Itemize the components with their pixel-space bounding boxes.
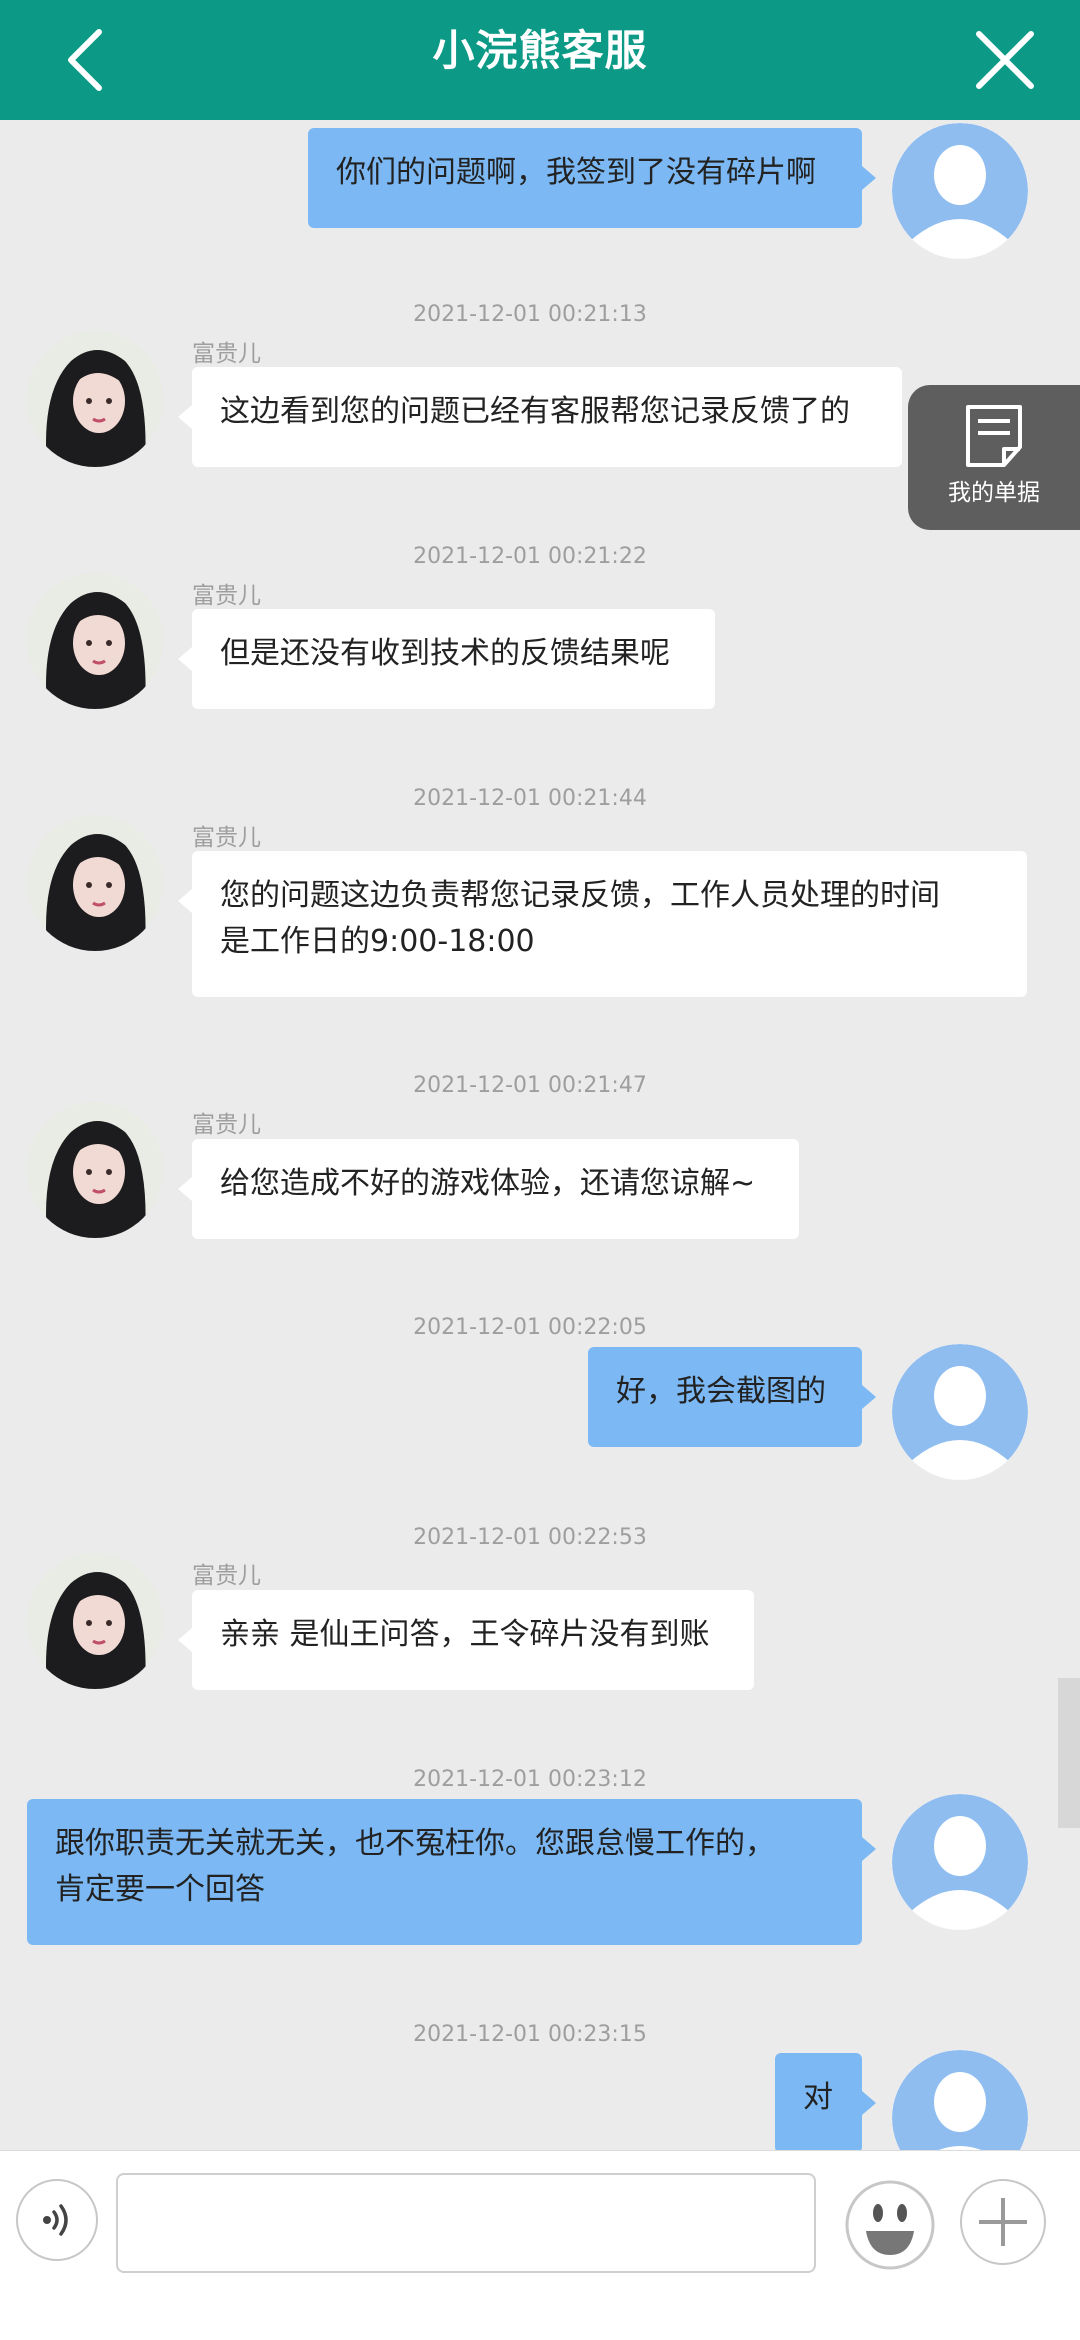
agent-message-bubble: 亲亲 是仙王问答，王令碎片没有到账 bbox=[178, 1590, 754, 1690]
more-button[interactable] bbox=[960, 2179, 1046, 2265]
agent-avatar[interactable] bbox=[27, 573, 163, 709]
message-timestamp: 2021-12-01 00:23:15 bbox=[413, 2022, 647, 2047]
plus-icon bbox=[979, 2198, 1027, 2246]
message-timestamp: 2021-12-01 00:21:13 bbox=[413, 302, 647, 327]
user-message-bubble: 对 bbox=[775, 2053, 876, 2153]
scrollbar-thumb[interactable] bbox=[1058, 1678, 1080, 1828]
my-orders-label: 我的单据 bbox=[948, 480, 1040, 506]
agent-photo-icon bbox=[27, 1102, 163, 1238]
close-button[interactable] bbox=[960, 20, 1050, 100]
default-user-avatar-icon bbox=[892, 123, 1028, 259]
chat-app: 小浣熊客服 你们的问题啊，我签到了没有碎片啊 2021-12-01 00:21:… bbox=[0, 0, 1080, 2340]
user-message-bubble: 跟你职责无关就无关，也不冤枉你。您跟怠慢工作的， 肯定要一个回答 bbox=[27, 1799, 876, 1945]
emoji-button[interactable] bbox=[844, 2179, 936, 2271]
message-text-line: 跟你职责无关就无关，也不冤枉你。您跟怠慢工作的， bbox=[55, 1826, 775, 1861]
agent-photo-icon bbox=[27, 1553, 163, 1689]
my-orders-button[interactable]: 我的单据 bbox=[908, 385, 1080, 530]
message-text-line: 是工作日的9:00-18:00 bbox=[220, 924, 535, 959]
user-avatar[interactable] bbox=[892, 1794, 1028, 1930]
agent-message-bubble: 但是还没有收到技术的反馈结果呢 bbox=[178, 609, 715, 709]
message-text-line: 肯定要一个回答 bbox=[55, 1872, 265, 1907]
agent-message-bubble: 这边看到您的问题已经有客服帮您记录反馈了的 bbox=[178, 367, 902, 467]
message-text: 对 bbox=[803, 2080, 833, 2115]
user-message-bubble: 你们的问题啊，我签到了没有碎片啊 bbox=[308, 128, 876, 228]
page-title: 小浣熊客服 bbox=[432, 26, 648, 75]
emoji-icon bbox=[845, 2180, 935, 2270]
voice-icon bbox=[43, 2204, 68, 2236]
header-bar: 小浣熊客服 bbox=[0, 0, 1080, 120]
message-input[interactable] bbox=[116, 2173, 816, 2273]
message-text: 这边看到您的问题已经有客服帮您记录反馈了的 bbox=[220, 394, 850, 429]
user-avatar[interactable] bbox=[892, 123, 1028, 259]
agent-avatar[interactable] bbox=[27, 331, 163, 467]
message-timestamp: 2021-12-01 00:22:05 bbox=[413, 1315, 647, 1340]
message-text: 好，我会截图的 bbox=[616, 1374, 826, 1409]
agent-avatar[interactable] bbox=[27, 1553, 163, 1689]
message-text: 但是还没有收到技术的反馈结果呢 bbox=[220, 636, 670, 671]
agent-message-bubble: 给您造成不好的游戏体验，还请您谅解~ bbox=[178, 1139, 799, 1239]
message-timestamp: 2021-12-01 00:21:47 bbox=[413, 1073, 647, 1098]
agent-avatar[interactable] bbox=[27, 1102, 163, 1238]
agent-photo-icon bbox=[27, 331, 163, 467]
agent-avatar[interactable] bbox=[27, 815, 163, 951]
agent-name: 富贵儿 bbox=[192, 583, 261, 609]
message-text: 给您造成不好的游戏体验，还请您谅解~ bbox=[220, 1166, 756, 1201]
user-message-bubble: 好，我会截图的 bbox=[588, 1347, 876, 1447]
document-icon bbox=[966, 405, 1022, 467]
default-user-avatar-icon bbox=[892, 1344, 1028, 1480]
agent-name: 富贵儿 bbox=[192, 825, 261, 851]
default-user-avatar-icon bbox=[892, 1794, 1028, 1930]
message-timestamp: 2021-12-01 00:21:22 bbox=[413, 544, 647, 569]
agent-name: 富贵儿 bbox=[192, 1563, 261, 1589]
voice-button[interactable] bbox=[16, 2179, 98, 2261]
agent-name: 富贵儿 bbox=[192, 1112, 261, 1138]
message-timestamp: 2021-12-01 00:22:53 bbox=[413, 1525, 647, 1550]
message-text: 你们的问题啊，我签到了没有碎片啊 bbox=[336, 155, 816, 190]
agent-photo-icon bbox=[27, 815, 163, 951]
close-icon bbox=[976, 31, 1034, 89]
message-timestamp: 2021-12-01 00:21:44 bbox=[413, 786, 647, 811]
message-text: 亲亲 是仙王问答，王令碎片没有到账 bbox=[220, 1617, 710, 1652]
input-bar bbox=[0, 2150, 1080, 2340]
agent-name: 富贵儿 bbox=[192, 341, 261, 367]
user-avatar[interactable] bbox=[892, 1344, 1028, 1480]
agent-message-bubble: 您的问题这边负责帮您记录反馈，工作人员处理的时间 是工作日的9:00-18:00 bbox=[178, 851, 1027, 997]
message-timestamp: 2021-12-01 00:23:12 bbox=[413, 1767, 647, 1792]
agent-photo-icon bbox=[27, 573, 163, 709]
message-text-line: 您的问题这边负责帮您记录反馈，工作人员处理的时间 bbox=[220, 878, 940, 913]
